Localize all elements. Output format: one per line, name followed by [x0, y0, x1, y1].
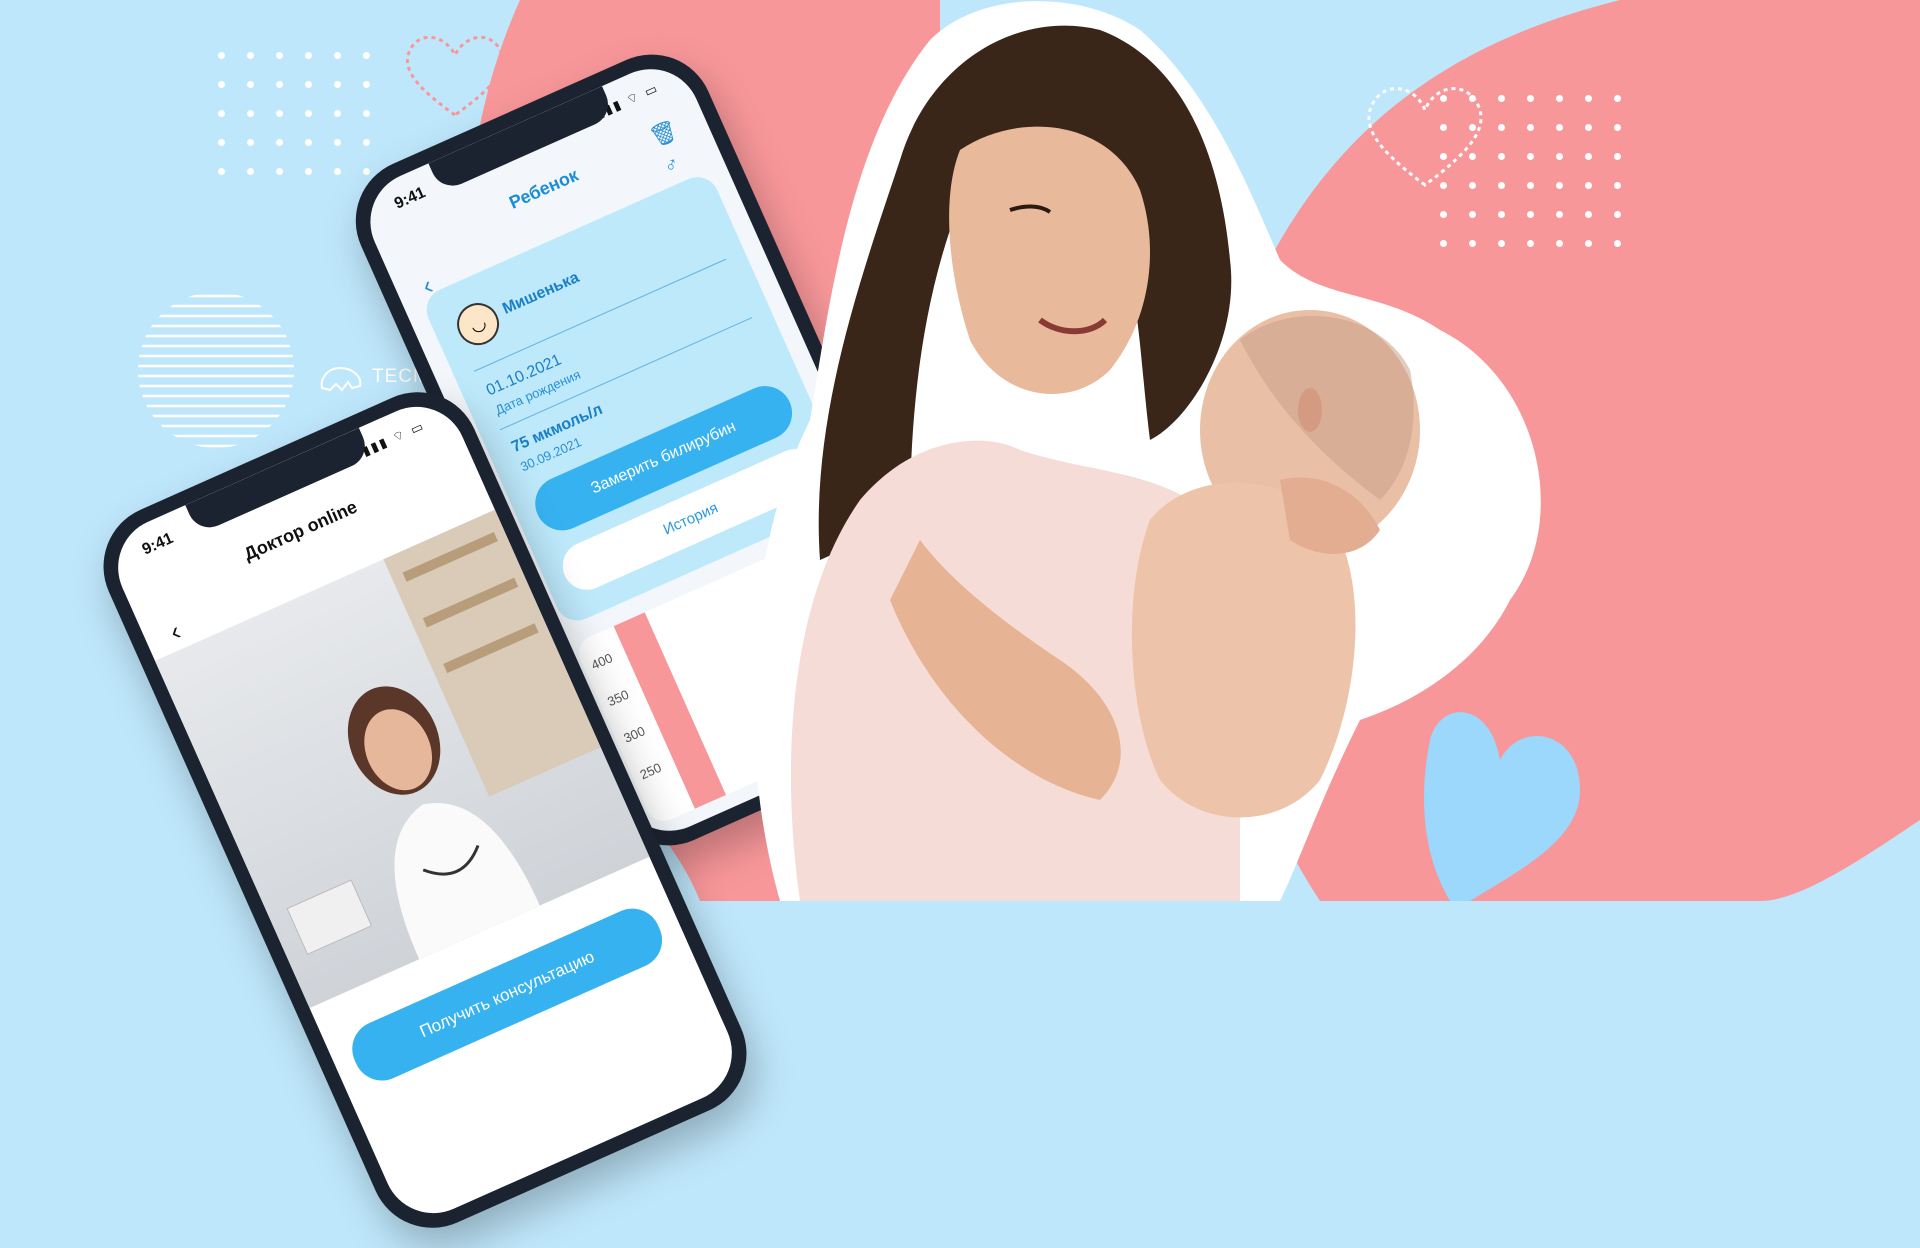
chart-tick: 250: [637, 759, 664, 783]
striped-heart-icon: [405, 35, 505, 117]
status-icons: ▮▮▮ ⌔ ▭: [359, 417, 428, 459]
chart-tick: 400: [588, 650, 615, 673]
male-gender-icon: ♂: [660, 152, 684, 179]
chart-tick: 300: [621, 723, 648, 746]
brain-logo-icon: [320, 366, 362, 392]
mother-with-baby-photo: [752, 1, 1541, 901]
promo-banner: TECMAN 9:41 ▮▮▮ ⌔ ▭ 🗑 Ребенок ‹ ♂ ◡ Мише…: [0, 0, 1920, 1248]
child-name: Мишенька: [500, 268, 582, 318]
status-time: 9:41: [391, 184, 429, 213]
chart-tick: 350: [605, 686, 632, 710]
dot-pattern-left: [218, 52, 370, 175]
back-arrow-icon[interactable]: ‹: [165, 616, 186, 648]
striped-circle-decoration: [138, 294, 294, 448]
status-time: 9:41: [139, 529, 176, 559]
baby-face-icon: ◡: [450, 296, 506, 352]
